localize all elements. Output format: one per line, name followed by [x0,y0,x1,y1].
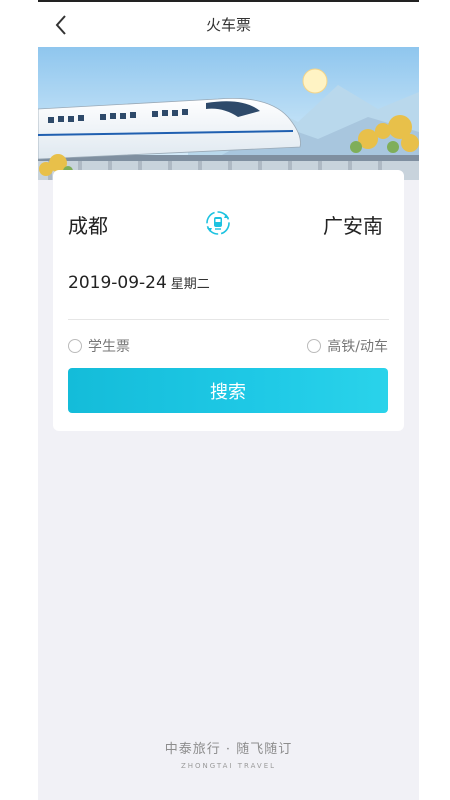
chevron-left-icon [55,15,66,35]
divider [68,319,389,320]
nav-bar: 火车票 [38,2,419,47]
back-button[interactable] [50,12,72,38]
high-speed-option[interactable]: 高铁/动车 [307,336,388,356]
brand-english: ZHONGTAI TRAVEL [180,762,277,770]
date-picker[interactable]: 2019-09-24 星期二 [68,273,210,293]
footer-brand: 中泰旅行 · 随飞随订 ZHONGTAI TRAVEL [38,738,419,770]
train-banner-image [38,47,419,180]
swap-stations-button[interactable] [204,209,232,237]
high-speed-radio[interactable] [307,339,322,353]
departure-city[interactable]: 成都 [68,210,108,239]
arrival-city[interactable]: 广安南 [323,210,383,239]
student-ticket-label: 学生票 [88,339,130,355]
search-button[interactable]: 搜索 [68,368,388,413]
app-screen: 火车票 成都 广安南 2019-09-24 星期二 学生票 高铁/动车 搜索 中… [38,0,419,800]
page-title: 火车票 [205,16,251,34]
student-ticket-option[interactable]: 学生票 [68,336,130,356]
student-ticket-radio[interactable] [68,339,82,353]
brand-slogan: 中泰旅行 · 随飞随订 [164,742,293,757]
departure-date: 2019-09-24 [68,273,167,293]
high-speed-label: 高铁/动车 [327,339,388,355]
weekday-label: 星期二 [170,277,210,292]
train-swap-icon [206,211,230,235]
search-card: 成都 广安南 2019-09-24 星期二 学生票 高铁/动车 搜索 [53,170,404,431]
